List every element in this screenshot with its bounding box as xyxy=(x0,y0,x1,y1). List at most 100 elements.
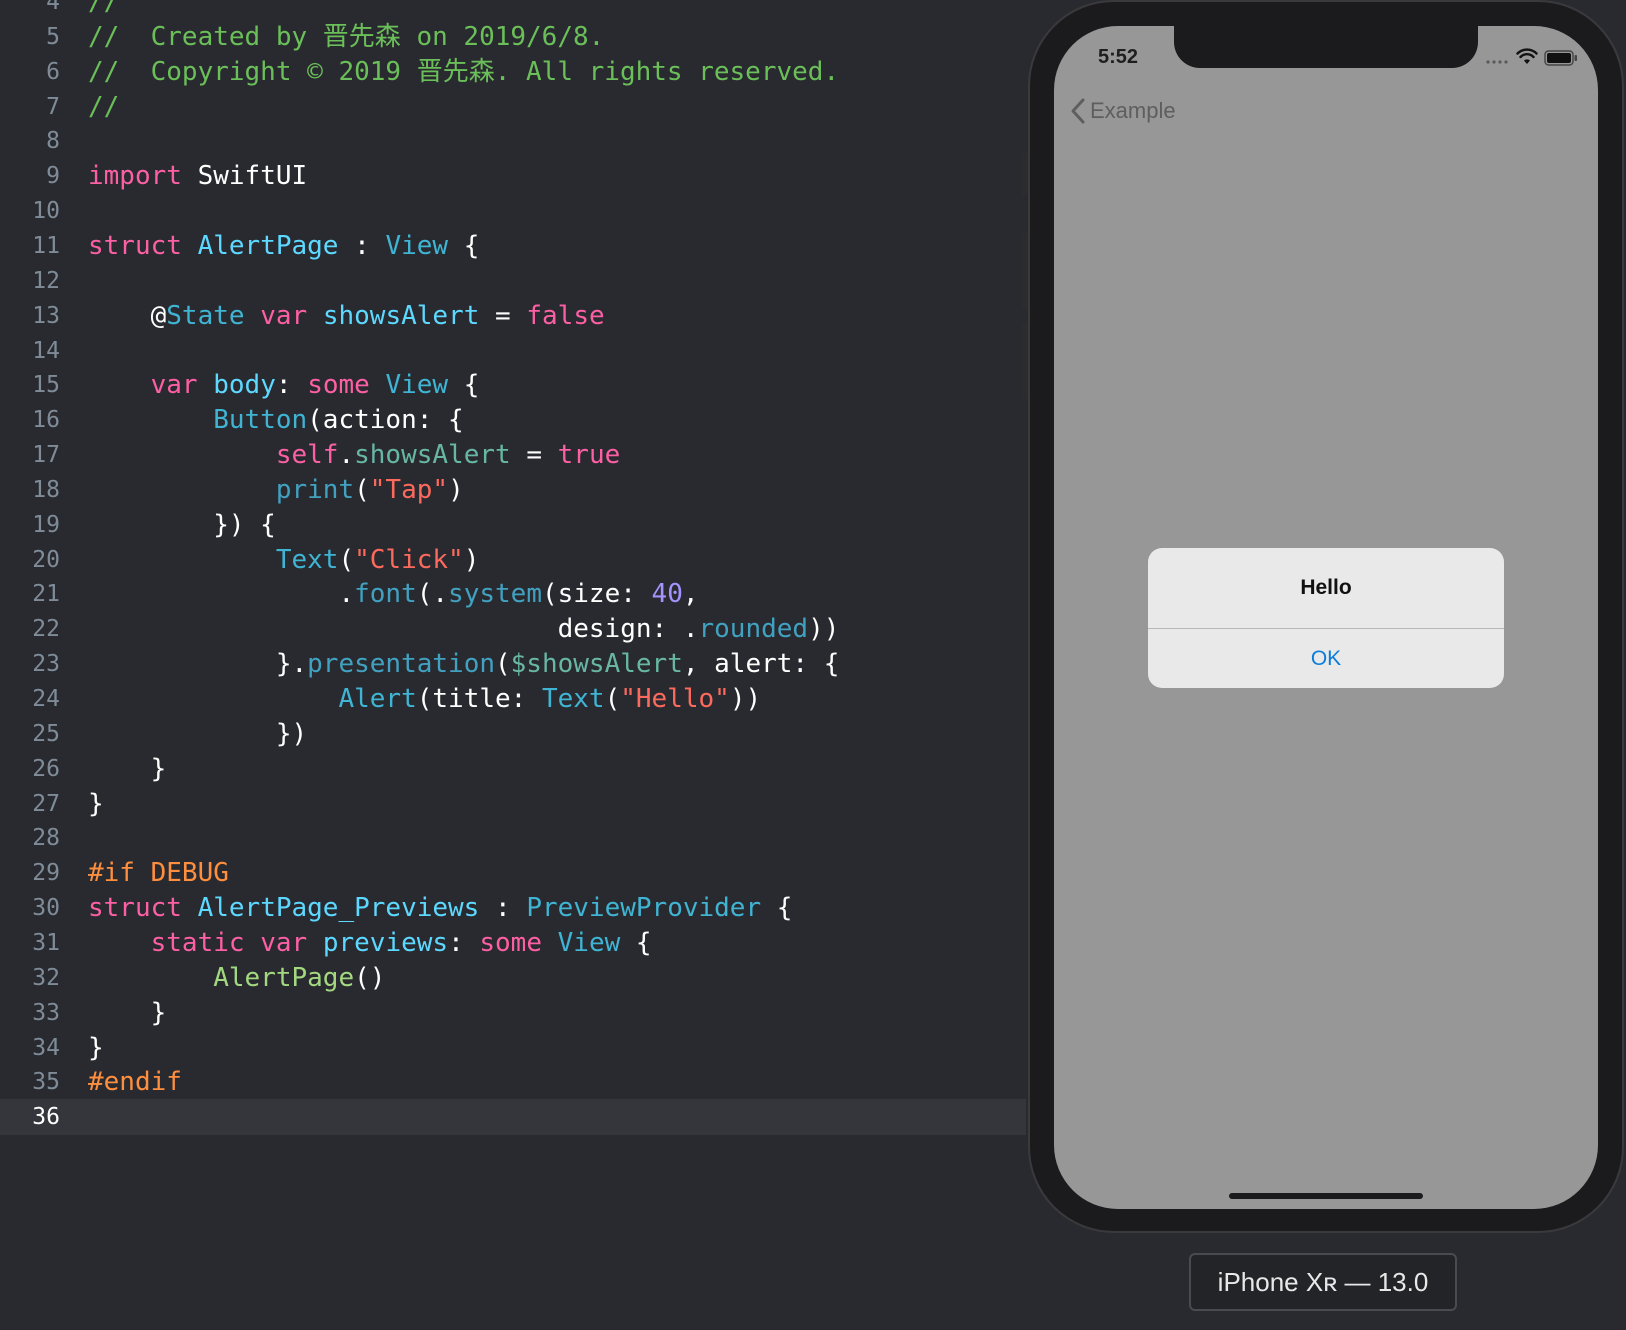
phone-volume-down-button xyxy=(1022,322,1028,400)
code-token: showsAlert xyxy=(354,440,511,471)
code-line[interactable]: 17 self.showsAlert = true xyxy=(0,437,1026,473)
code-token: Text xyxy=(275,544,339,575)
line-number: 19 xyxy=(32,511,60,538)
code-line[interactable]: 11 struct AlertPage : View { xyxy=(0,228,1026,264)
code-token: // Copyright © 2019 晋先森. All rights rese… xyxy=(88,56,840,87)
code-token: import xyxy=(88,161,182,192)
line-code: }) { xyxy=(88,507,276,543)
line-number: 4 xyxy=(46,0,60,15)
line-code: @State var showsAlert = false xyxy=(88,298,605,334)
code-line[interactable]: 28 xyxy=(0,820,1026,856)
code-line[interactable]: 15 var body: some View { xyxy=(0,367,1026,403)
line-code: }.presentation($showsAlert, alert: { xyxy=(88,646,840,682)
code-token: // xyxy=(88,91,120,122)
code-line[interactable]: 12 xyxy=(0,263,1026,299)
code-token: (. xyxy=(416,579,449,610)
code-line[interactable]: 24 Alert(title: Text("Hello")) xyxy=(0,681,1026,717)
code-token: previews xyxy=(322,927,449,958)
line-number: 8 xyxy=(46,128,60,155)
device-selector-label[interactable]: iPhone Xʀ — 13.0 xyxy=(1189,1253,1457,1311)
code-line[interactable]: 27} xyxy=(0,786,1026,822)
code-line[interactable]: 18 print("Tap") xyxy=(0,472,1026,508)
code-token: AlertPage xyxy=(213,962,355,993)
code-line[interactable]: 13 @State var showsAlert = false xyxy=(0,298,1026,334)
code-token: Text xyxy=(541,684,605,714)
code-token: : xyxy=(448,927,480,958)
code-line[interactable]: 19 }) { xyxy=(0,507,1026,543)
code-line[interactable]: 10 xyxy=(0,193,1026,229)
code-line[interactable]: 22 design: .rounded)) xyxy=(0,611,1026,647)
code-line[interactable]: 31 static var previews: some View { xyxy=(0,925,1026,961)
alert-ok-button[interactable]: OK xyxy=(1148,629,1504,688)
nav-back-button[interactable]: Example xyxy=(1070,96,1176,126)
line-code: // Created by 晋先森 on 2019/6/8. xyxy=(88,19,604,55)
code-line[interactable]: 14 xyxy=(0,333,1026,369)
code-line[interactable]: 25 }) xyxy=(0,716,1026,752)
line-number: 31 xyxy=(32,929,60,956)
code-token: SwiftUI xyxy=(181,161,308,192)
code-line[interactable]: 32 AlertPage() xyxy=(0,960,1026,996)
line-number: 33 xyxy=(32,999,60,1026)
code-line[interactable]: 33 } xyxy=(0,995,1026,1031)
code-token: "Click" xyxy=(354,544,464,575)
code-token: // Created by 晋先森 on 2019/6/8. xyxy=(88,21,605,52)
code-token: . xyxy=(88,579,355,610)
code-line[interactable]: 7 // xyxy=(0,89,1026,125)
code-token: } xyxy=(88,788,104,819)
code-line[interactable]: 8 xyxy=(0,123,1026,159)
code-line[interactable]: 30 struct AlertPage_Previews : PreviewPro… xyxy=(0,890,1026,926)
line-number: 36 xyxy=(32,1104,60,1131)
line-code: // xyxy=(88,89,119,125)
code-line[interactable]: 36 xyxy=(0,1099,1026,1136)
code-token: "Tap" xyxy=(369,474,449,505)
code-token: presentation xyxy=(307,649,495,680)
line-number: 15 xyxy=(32,372,60,399)
code-token: (title: xyxy=(416,684,542,714)
code-token: #endif xyxy=(88,1067,182,1098)
line-number: 6 xyxy=(46,58,60,85)
code-line[interactable]: 23 }.presentation($showsAlert, alert: { xyxy=(0,646,1026,682)
code-line[interactable]: 9 import SwiftUI xyxy=(0,158,1026,194)
code-token: (size: xyxy=(541,579,652,610)
code-token: some xyxy=(307,370,370,401)
code-line[interactable]: 34} xyxy=(0,1030,1026,1066)
line-number: 34 xyxy=(32,1034,60,1061)
code-token: ( xyxy=(604,684,621,714)
line-code: #endif xyxy=(88,1064,182,1100)
phone-screen[interactable]: 5:52 Example Click Hello OK xyxy=(1054,26,1598,1209)
code-token: "Hello" xyxy=(620,684,730,714)
line-number: 14 xyxy=(32,337,60,364)
code-token: 40 xyxy=(651,579,683,610)
code-token: var xyxy=(150,370,198,401)
code-line[interactable]: 20 Text("Click") xyxy=(0,542,1026,578)
code-line[interactable]: 4 // xyxy=(0,0,1026,20)
alert-dialog: Hello OK xyxy=(1148,548,1504,688)
line-number: 30 xyxy=(32,895,60,922)
code-line[interactable]: 6 // Copyright © 2019 晋先森. All rights res… xyxy=(0,54,1026,90)
line-number: 12 xyxy=(32,267,60,294)
code-token: ( xyxy=(354,474,370,505)
line-number: 18 xyxy=(32,476,60,503)
code-token: AlertPage xyxy=(197,230,339,261)
code-line[interactable]: 26 } xyxy=(0,751,1026,787)
code-line[interactable]: 35 #endif xyxy=(0,1064,1026,1100)
code-token: { xyxy=(448,230,480,261)
code-editor[interactable]: 4 // 5 // Created by 晋先森 on 2019/6/8. 6 // Co… xyxy=(0,0,1026,1330)
line-number: 27 xyxy=(32,790,60,817)
code-token: font xyxy=(354,579,417,610)
code-line[interactable]: 16 Button(action: { xyxy=(0,402,1026,438)
line-number: 20 xyxy=(32,546,60,573)
line-code: #if DEBUG xyxy=(88,855,229,891)
code-token: { xyxy=(761,893,793,924)
code-line[interactable]: 29 #if DEBUG xyxy=(0,855,1026,891)
code-line[interactable]: 21 .font(.system(size: 40, xyxy=(0,576,1026,612)
code-line[interactable]: 5 // Created by 晋先森 on 2019/6/8. xyxy=(0,19,1026,55)
code-token: AlertPage_Previews xyxy=(197,893,480,924)
